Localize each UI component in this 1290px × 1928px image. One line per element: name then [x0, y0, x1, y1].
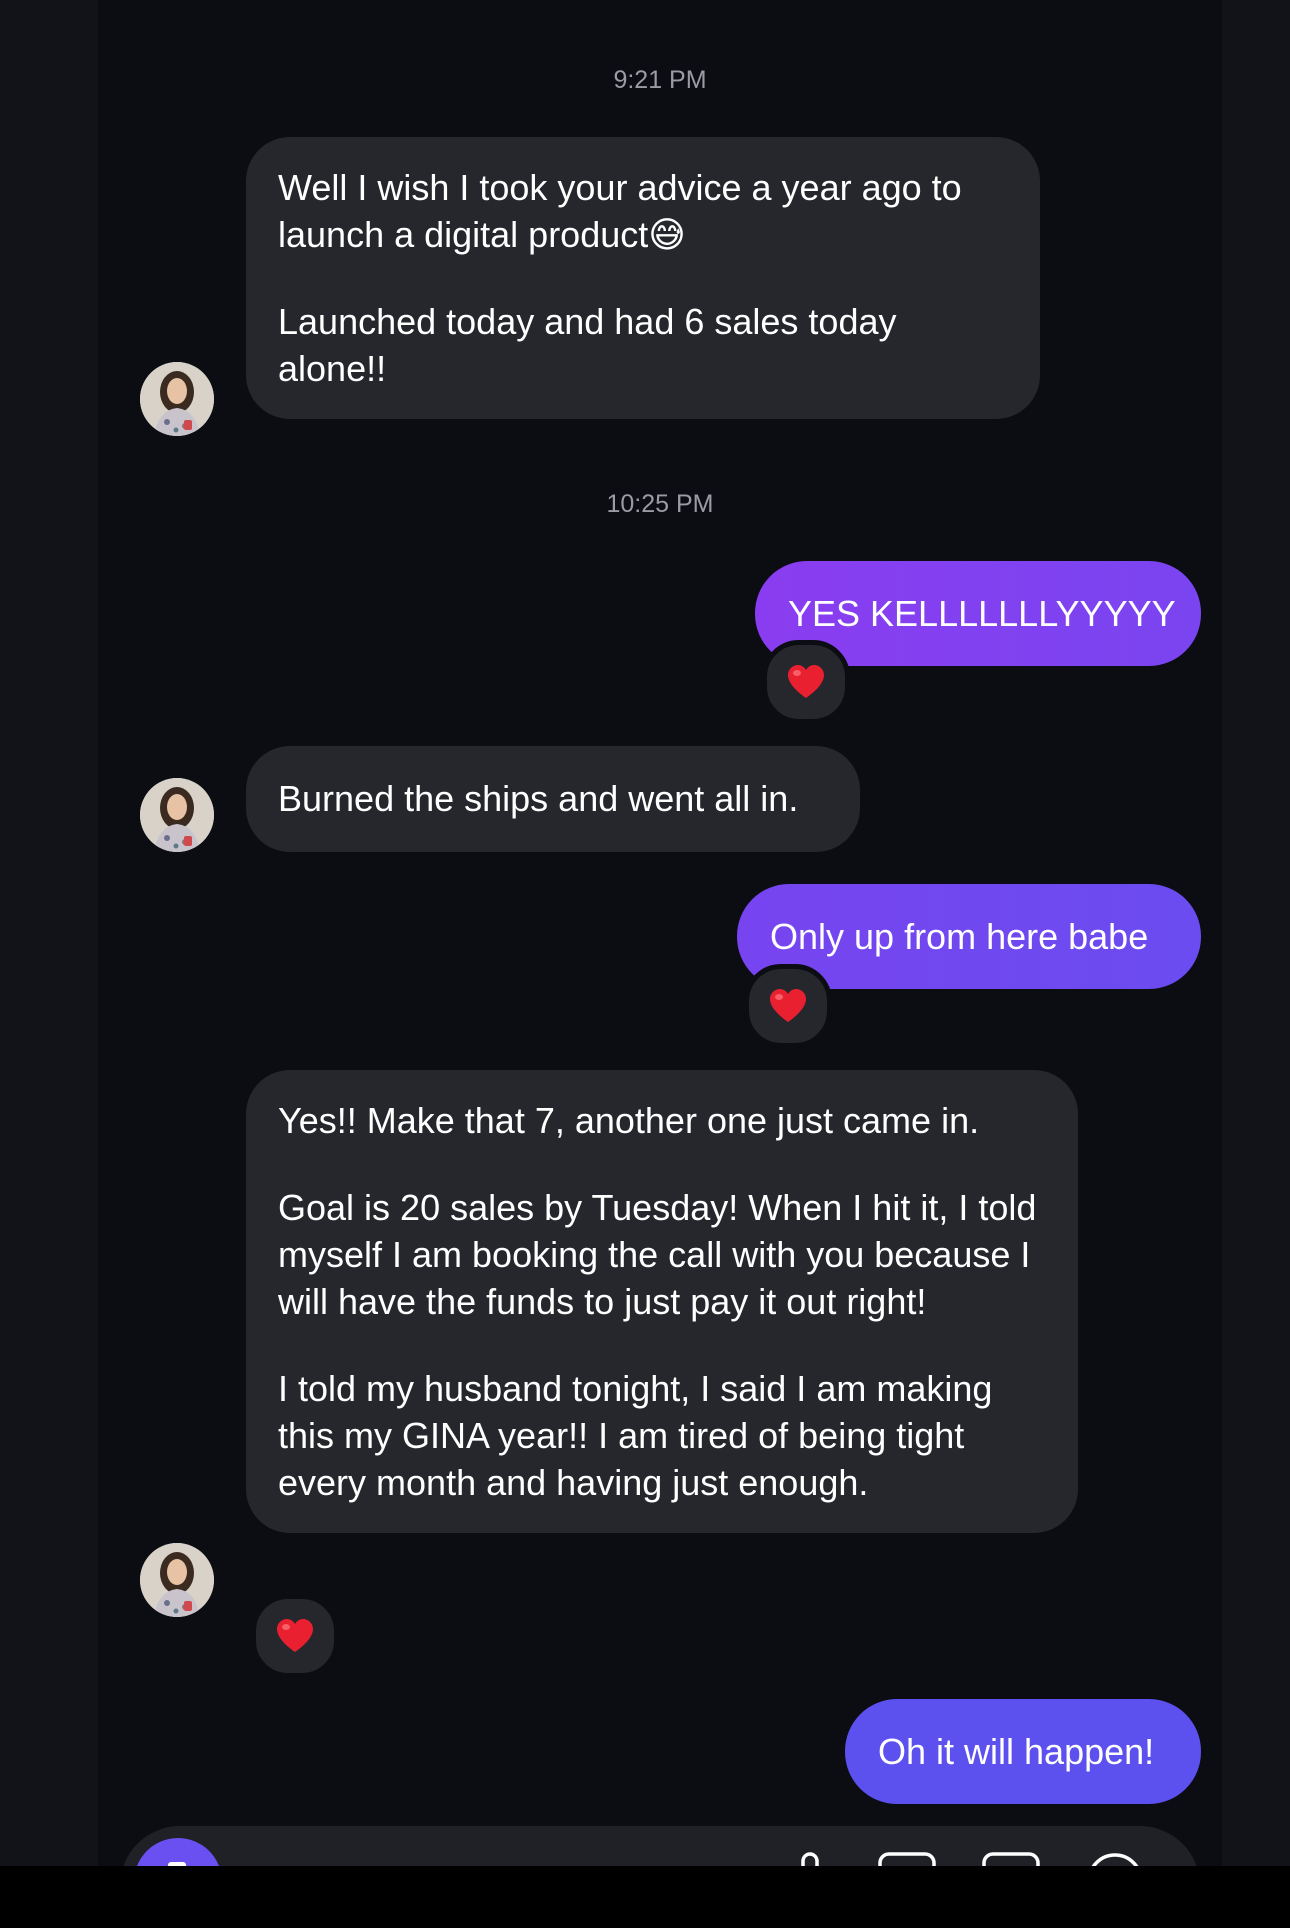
heart-icon	[788, 665, 824, 698]
chat-screen: 9:21 PM Well I wish I took your advice a…	[0, 0, 1290, 1928]
avatar-photo	[140, 362, 214, 436]
message-text: YES KELLLLLLLYYYYY	[788, 593, 1176, 634]
reaction-badge[interactable]	[762, 640, 850, 724]
reaction-badge[interactable]	[744, 964, 832, 1048]
received-message[interactable]: Well I wish I took your advice a year ag…	[246, 137, 1040, 419]
left-margin	[0, 0, 98, 1866]
heart-icon	[770, 989, 806, 1022]
timestamp: 10:25 PM	[606, 490, 714, 518]
heart-icon	[277, 1619, 313, 1652]
sticker-icon[interactable]	[982, 1852, 1040, 1866]
avatar-photo	[140, 778, 214, 852]
message-text: Burned the ships and went all in.	[278, 778, 799, 819]
contact-avatar[interactable]	[140, 1543, 214, 1617]
camera-button[interactable]	[134, 1838, 222, 1866]
microphone-icon[interactable]	[790, 1852, 830, 1866]
plus-icon[interactable]	[1086, 1852, 1144, 1866]
bottom-bar	[0, 1866, 1290, 1928]
avatar-photo	[140, 1543, 214, 1617]
message-text: I told my husband tonight, I said I am m…	[278, 1368, 993, 1503]
right-margin	[1222, 0, 1290, 1866]
message-text: Oh it will happen!	[878, 1731, 1155, 1772]
message-thread[interactable]: 9:21 PM Well I wish I took your advice a…	[98, 0, 1222, 1866]
sent-message[interactable]: Oh it will happen!	[845, 1699, 1201, 1804]
message-text: Launched today and had 6 sales today alo…	[278, 301, 897, 389]
message-text: Only up from here babe	[770, 916, 1149, 957]
reaction-badge[interactable]	[251, 1594, 339, 1678]
message-text: Yes!! Make that 7, another one just came…	[278, 1100, 980, 1141]
camera-icon	[168, 1862, 186, 1866]
received-message[interactable]: Burned the ships and went all in.	[246, 746, 860, 852]
gallery-icon[interactable]	[878, 1852, 936, 1866]
message-text: Goal is 20 sales by Tuesday! When I hit …	[278, 1187, 1037, 1322]
timestamp: 9:21 PM	[613, 66, 707, 94]
contact-avatar[interactable]	[140, 362, 214, 436]
contact-avatar[interactable]	[140, 778, 214, 852]
message-text: Well I wish I took your advice a year ag…	[278, 167, 962, 255]
received-message[interactable]: Yes!! Make that 7, another one just came…	[246, 1070, 1078, 1533]
